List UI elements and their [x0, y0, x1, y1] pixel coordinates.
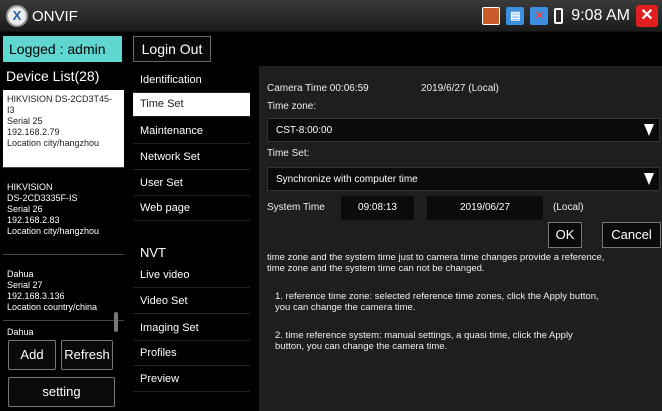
device-item[interactable]: HIKVISION DS-2CD3T45- I3 Serial 25 192.1… — [3, 90, 124, 168]
menu-item-time-set[interactable]: Time Set — [133, 93, 250, 117]
description-line: time zone and the system time can not be… — [267, 263, 485, 274]
note-line: 1. reference time zone: selected referen… — [275, 291, 599, 302]
note-line: you can change the camera time. — [275, 302, 416, 313]
ok-button[interactable]: OK — [548, 222, 582, 248]
device-line: HIKVISION DS-2CD3T45- — [7, 94, 113, 104]
description-line: time zone and the system time just to ca… — [267, 252, 605, 263]
device-item[interactable]: Dahua — [3, 321, 124, 340]
device-line: 192.168.2.79 — [7, 127, 60, 137]
device-item[interactable]: HIKVISION DS-2CD3335F-IS Serial 26 192.1… — [3, 168, 124, 255]
logged-in-status: Logged : admin — [3, 36, 122, 62]
menu-item-web-page[interactable]: Web page — [133, 197, 250, 221]
device-line: 192.168.2.83 — [7, 215, 60, 225]
setting-button[interactable]: setting — [8, 377, 115, 407]
device-line: Location city/hangzhou — [7, 226, 100, 236]
device-line: Serial 25 — [7, 116, 43, 126]
menu-item-preview[interactable]: Preview — [133, 368, 250, 392]
system-time-field[interactable]: 09:08:13 — [341, 196, 414, 220]
local-label: (Local) — [553, 202, 584, 213]
device-line: Dahua — [7, 327, 34, 337]
note-line: 2. time reference system: manual setting… — [275, 330, 573, 341]
menu-item-network-set[interactable]: Network Set — [133, 146, 250, 170]
timeset-select[interactable]: Synchronize with computer time — [267, 167, 660, 191]
timeset-value: Synchronize with computer time — [276, 174, 418, 185]
menu-item-profiles[interactable]: Profiles — [133, 342, 250, 366]
device-line: HIKVISION — [7, 182, 53, 192]
cancel-button[interactable]: Cancel — [602, 222, 661, 248]
description-text: time zone and the system time just to ca… — [267, 252, 604, 274]
login-out-button[interactable]: Login Out — [133, 36, 211, 62]
menu-item-imaging-set[interactable]: Imaging Set — [133, 317, 250, 341]
menu-item-maintenance[interactable]: Maintenance — [133, 120, 250, 144]
device-list-header: Device List(28) — [6, 68, 100, 84]
timezone-value: CST-8:00:00 — [276, 125, 333, 136]
menu-item-user-set[interactable]: User Set — [133, 172, 250, 196]
camera-time: Camera Time 00:06:59 — [267, 83, 369, 94]
camera-date: 2019/6/27 (Local) — [421, 83, 499, 94]
time-set-panel: Camera Time 00:06:59 2019/6/27 (Local) T… — [259, 66, 662, 411]
note-1-text: 1. reference time zone: selected referen… — [275, 291, 599, 313]
app-title: ONVIF — [32, 8, 78, 25]
device-line: Serial 27 — [7, 280, 43, 290]
device-list: HIKVISION DS-2CD3T45- I3 Serial 25 192.1… — [3, 90, 124, 340]
device-item[interactable]: Dahua Serial 27 192.168.3.136 Location c… — [3, 255, 124, 321]
menu-item-identification[interactable]: Identification — [133, 69, 250, 93]
note-2-text: 2. time reference system: manual setting… — [275, 330, 573, 352]
device-line: DS-2CD3335F-IS — [7, 193, 78, 203]
title-bar: X ONVIF ▤ ✕ 9:08 AM ✕ — [0, 0, 662, 32]
blue-square-icon: ▤ — [506, 7, 525, 25]
menu-item-video-set[interactable]: Video Set — [133, 290, 250, 314]
timeset-label: Time Set: — [267, 148, 310, 159]
battery-icon — [554, 8, 564, 24]
add-button[interactable]: Add — [8, 340, 56, 370]
device-line: Serial 26 — [7, 204, 43, 214]
note-line: button, you can change the camera time. — [275, 341, 448, 352]
timezone-select[interactable]: CST-8:00:00 — [267, 118, 660, 142]
nvt-section-header: NVT — [140, 245, 166, 260]
device-line: Location country/china — [7, 302, 98, 312]
dropdown-arrow-icon — [644, 173, 654, 185]
dropdown-arrow-icon — [644, 124, 654, 136]
system-date-field[interactable]: 2019/06/27 — [427, 196, 543, 220]
status-bar: ▤ ✕ 9:08 AM ✕ — [482, 5, 658, 27]
device-line: Location city/hangzhou — [7, 138, 100, 148]
device-list-scrollbar[interactable] — [114, 312, 118, 332]
refresh-button[interactable]: Refresh — [61, 340, 113, 370]
menu-item-live-video[interactable]: Live video — [133, 264, 250, 288]
sd-card-icon — [482, 7, 501, 25]
no-network-icon: ✕ — [530, 7, 549, 25]
settings-menu: Identification Time Set Maintenance Netw… — [133, 66, 250, 411]
onvif-logo-icon: X — [6, 5, 28, 27]
timezone-label: Time zone: — [267, 101, 317, 112]
system-time-label: System Time — [267, 202, 325, 213]
device-line: Dahua — [7, 269, 34, 279]
close-icon[interactable]: ✕ — [636, 5, 658, 27]
device-line: 192.168.3.136 — [7, 291, 65, 301]
device-line: I3 — [7, 105, 15, 115]
clock: 9:08 AM — [571, 7, 630, 24]
